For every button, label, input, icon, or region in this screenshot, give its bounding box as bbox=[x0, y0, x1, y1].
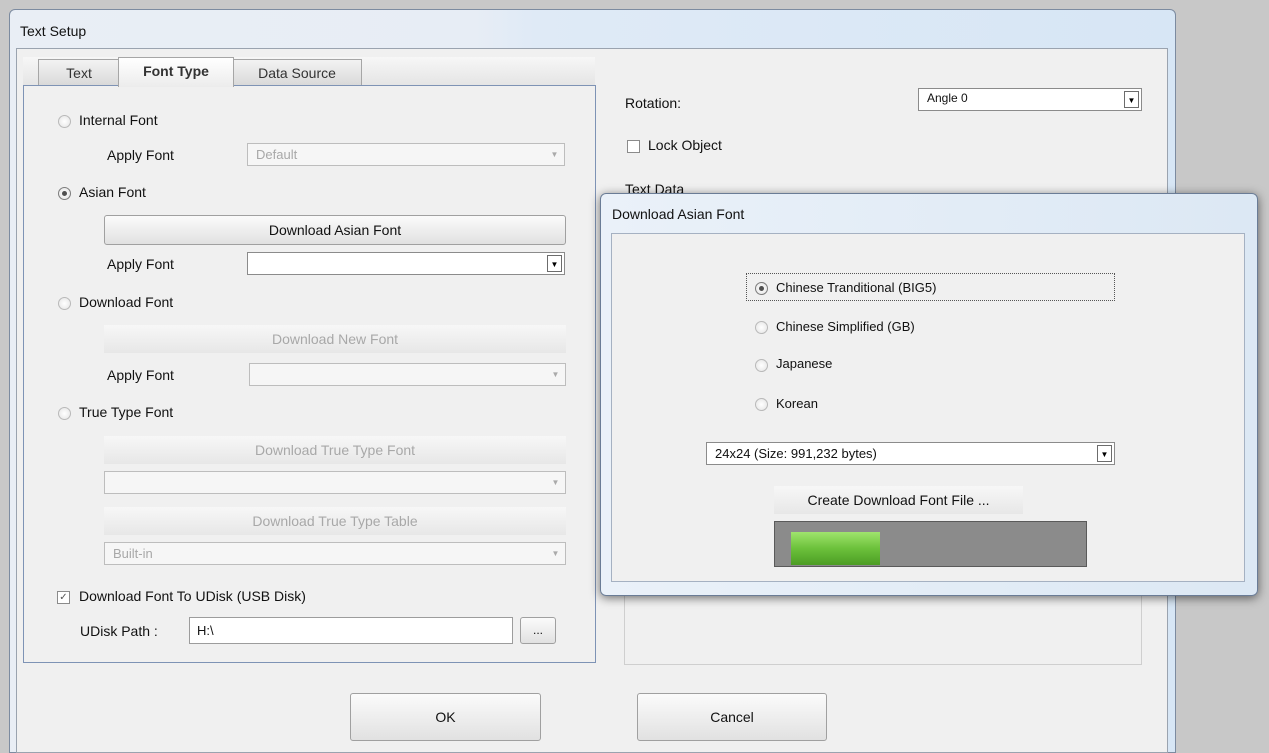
download-progress-bar bbox=[774, 521, 1087, 567]
internal-font-label: Internal Font bbox=[79, 112, 158, 128]
font-size-value: 24x24 (Size: 991,232 bytes) bbox=[715, 446, 877, 461]
internal-apply-font-label: Apply Font bbox=[107, 147, 174, 163]
lock-object-checkbox[interactable] bbox=[627, 140, 640, 153]
progress-fill bbox=[791, 532, 880, 565]
font-size-select[interactable]: 24x24 (Size: 991,232 bytes) ▼ bbox=[706, 442, 1115, 465]
asian-apply-font-select[interactable]: ▼ bbox=[247, 252, 565, 275]
ok-button[interactable]: OK bbox=[350, 693, 541, 741]
internal-apply-font-value: Default bbox=[256, 147, 298, 162]
udisk-path-label: UDisk Path : bbox=[80, 623, 158, 639]
option-gb-label: Chinese Simplified (GB) bbox=[776, 319, 915, 334]
chevron-down-icon: ▼ bbox=[1124, 91, 1139, 108]
chevron-down-icon: ▼ bbox=[551, 549, 560, 558]
asian-font-radio[interactable] bbox=[58, 187, 71, 200]
download-true-type-font-button[interactable]: Download True Type Font bbox=[104, 436, 566, 464]
download-font-label: Download Font bbox=[79, 294, 174, 310]
download-new-font-button[interactable]: Download New Font bbox=[104, 325, 566, 353]
asian-font-label: Asian Font bbox=[79, 184, 146, 200]
chevron-down-icon: ▼ bbox=[551, 370, 560, 379]
text-data-area[interactable] bbox=[624, 590, 1142, 665]
tab-text[interactable]: Text bbox=[38, 59, 120, 86]
cancel-button[interactable]: Cancel bbox=[637, 693, 827, 741]
download-true-type-table-button[interactable]: Download True Type Table bbox=[104, 507, 566, 535]
tab-font-type[interactable]: Font Type bbox=[118, 57, 234, 87]
option-big5-radio[interactable] bbox=[755, 282, 768, 295]
true-type-font-label: True Type Font bbox=[79, 404, 174, 420]
udisk-path-input[interactable]: H:\ bbox=[189, 617, 513, 644]
option-japanese-label: Japanese bbox=[776, 356, 833, 371]
chevron-down-icon: ▼ bbox=[550, 150, 559, 159]
udisk-browse-button[interactable]: ... bbox=[520, 617, 556, 644]
option-korean-label: Korean bbox=[776, 396, 818, 411]
chevron-down-icon: ▼ bbox=[1097, 445, 1112, 462]
option-big5-label: Chinese Tranditional (BIG5) bbox=[776, 280, 937, 295]
udisk-checkbox[interactable]: ✓ bbox=[57, 591, 70, 604]
tab-data-source[interactable]: Data Source bbox=[232, 59, 362, 86]
download-apply-font-select[interactable]: ▼ bbox=[249, 363, 566, 386]
internal-font-radio[interactable] bbox=[58, 115, 71, 128]
option-japanese-radio[interactable] bbox=[755, 359, 768, 372]
internal-apply-font-select[interactable]: Default ▼ bbox=[247, 143, 565, 166]
download-asian-font-button[interactable]: Download Asian Font bbox=[104, 215, 566, 245]
download-font-radio[interactable] bbox=[58, 297, 71, 310]
rotation-label: Rotation: bbox=[625, 95, 682, 111]
lock-object-label: Lock Object bbox=[648, 137, 722, 153]
dialog-title: Download Asian Font bbox=[612, 206, 745, 222]
asian-apply-font-label: Apply Font bbox=[107, 256, 174, 272]
true-type-table-select[interactable]: Built-in ▼ bbox=[104, 542, 566, 565]
udisk-label: Download Font To UDisk (USB Disk) bbox=[79, 588, 306, 604]
chevron-down-icon: ▼ bbox=[547, 255, 562, 272]
true-type-font-select[interactable]: ▼ bbox=[104, 471, 566, 494]
chevron-down-icon: ▼ bbox=[551, 478, 560, 487]
download-apply-font-label: Apply Font bbox=[107, 367, 174, 383]
option-korean-radio[interactable] bbox=[755, 398, 768, 411]
check-icon: ✓ bbox=[59, 592, 68, 603]
create-download-font-file-button[interactable]: Create Download Font File ... bbox=[774, 486, 1023, 514]
rotation-select[interactable]: Angle 0 ▼ bbox=[918, 88, 1142, 111]
window-title: Text Setup bbox=[20, 23, 87, 39]
option-gb-radio[interactable] bbox=[755, 321, 768, 334]
true-type-font-radio[interactable] bbox=[58, 407, 71, 420]
rotation-value: Angle 0 bbox=[927, 91, 968, 105]
true-type-table-value: Built-in bbox=[113, 546, 153, 561]
